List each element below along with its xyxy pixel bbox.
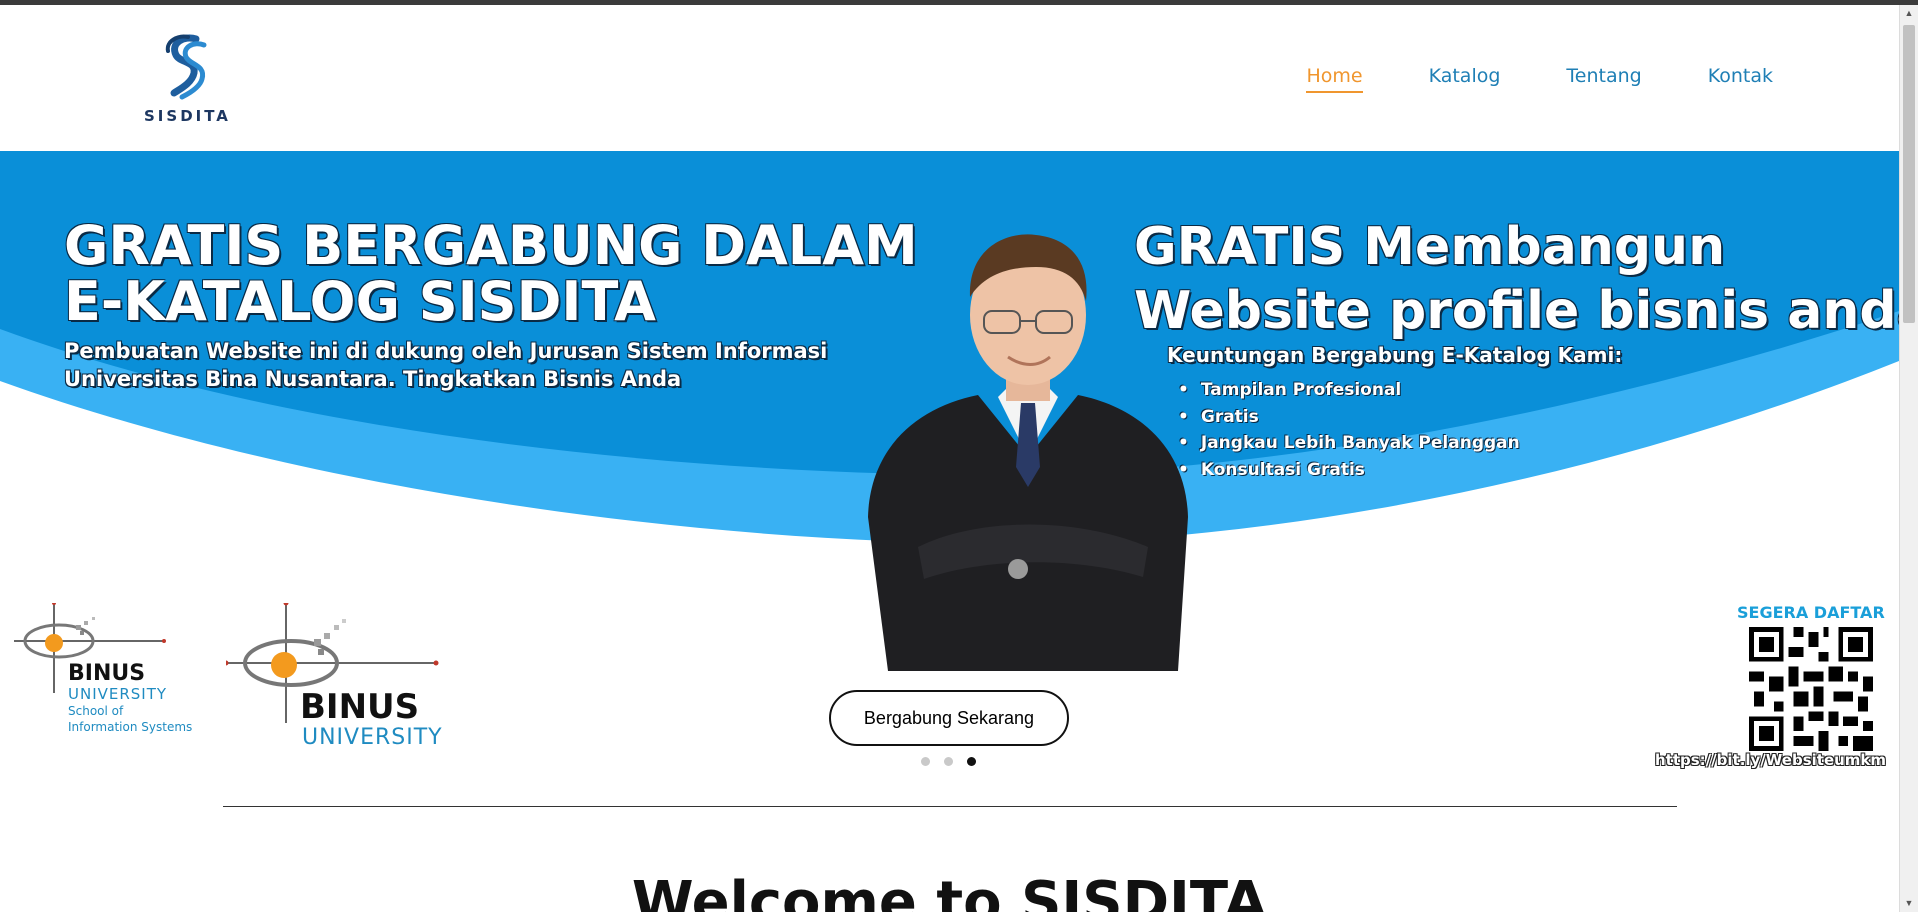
- qr-url[interactable]: https://bit.ly/Websiteumkm: [1655, 751, 1886, 769]
- nav-katalog[interactable]: Katalog: [1429, 65, 1501, 93]
- nav-tentang[interactable]: Tentang: [1566, 65, 1641, 93]
- benefits-list: Tampilan Profesional Gratis Jangkau Lebi…: [1178, 377, 1520, 483]
- scroll-up-arrow-icon[interactable]: ▲: [1900, 5, 1918, 22]
- carousel-indicators: [921, 757, 976, 766]
- binus-large-sub: UNIVERSITY: [302, 725, 443, 750]
- hero-right-title-line2: Website profile bisnis anda: [1134, 281, 1899, 341]
- section-divider: [223, 806, 1677, 807]
- scroll-down-arrow-icon[interactable]: ▼: [1900, 895, 1918, 912]
- hero-left-subtitle-line2: Universitas Bina Nusantara. Tingkatkan B…: [64, 367, 682, 391]
- benefits-title: Keuntungan Bergabung E-Katalog Kami:: [1167, 343, 1623, 367]
- nav-home[interactable]: Home: [1306, 65, 1363, 93]
- binus-small-name: BINUS: [68, 661, 146, 686]
- carousel-dot[interactable]: [944, 757, 953, 766]
- join-now-button[interactable]: Bergabung Sekarang: [829, 690, 1069, 746]
- sisdita-s-logo-icon: [165, 34, 207, 100]
- qr-code-icon[interactable]: [1749, 627, 1873, 751]
- carousel-prev-arrow-icon[interactable]: ‹: [10, 439, 50, 479]
- hero-left-title-line2: E-KATALOG SISDITA: [64, 270, 656, 333]
- carousel-dot[interactable]: [921, 757, 930, 766]
- hero-carousel: GRATIS BERGABUNG DALAM E-KATALOG SISDITA…: [0, 151, 1899, 778]
- page: SISDITA Home Katalog Tentang Kontak GRAT…: [0, 5, 1899, 912]
- vertical-scrollbar[interactable]: ▲ ▼: [1899, 5, 1918, 912]
- carousel-next-arrow-icon[interactable]: ›: [1849, 439, 1889, 479]
- binus-school-line1: School of: [68, 704, 124, 718]
- qr-title: SEGERA DAFTAR: [1737, 603, 1885, 622]
- logo-wordmark: SISDITA: [144, 107, 231, 125]
- scrollbar-thumb[interactable]: [1903, 25, 1915, 323]
- site-logo[interactable]: SISDITA: [144, 31, 230, 127]
- site-header: SISDITA Home Katalog Tentang Kontak: [0, 5, 1899, 151]
- nav-kontak[interactable]: Kontak: [1708, 65, 1773, 93]
- hero-right-title-line1: GRATIS Membangun: [1134, 217, 1726, 277]
- welcome-heading: Welcome to SISDITA: [631, 870, 1268, 912]
- benefit-item: Tampilan Profesional: [1178, 377, 1520, 404]
- binus-large-name: BINUS: [300, 687, 420, 727]
- qr-register-area: SEGERA DAFTAR https://bit.ly/Websiteumkm: [1655, 603, 1890, 778]
- hero-left-title-line1: GRATIS BERGABUNG DALAM: [64, 214, 918, 277]
- benefit-item: Konsultasi Gratis: [1178, 457, 1520, 484]
- binus-school-line2: Information Systems: [68, 720, 193, 734]
- benefit-item: Gratis: [1178, 404, 1520, 431]
- carousel-dot-active[interactable]: [967, 757, 976, 766]
- hero-left-subtitle-line1: Pembuatan Website ini di dukung oleh Jur…: [64, 339, 828, 363]
- binus-university-logo: BINUS UNIVERSITY: [226, 603, 486, 763]
- benefit-item: Jangkau Lebih Banyak Pelanggan: [1178, 430, 1520, 457]
- binus-school-logo: BINUS UNIVERSITY School of Information S…: [14, 603, 224, 743]
- binus-small-sub: UNIVERSITY: [68, 685, 168, 703]
- main-nav: Home Katalog Tentang Kontak: [1306, 65, 1773, 93]
